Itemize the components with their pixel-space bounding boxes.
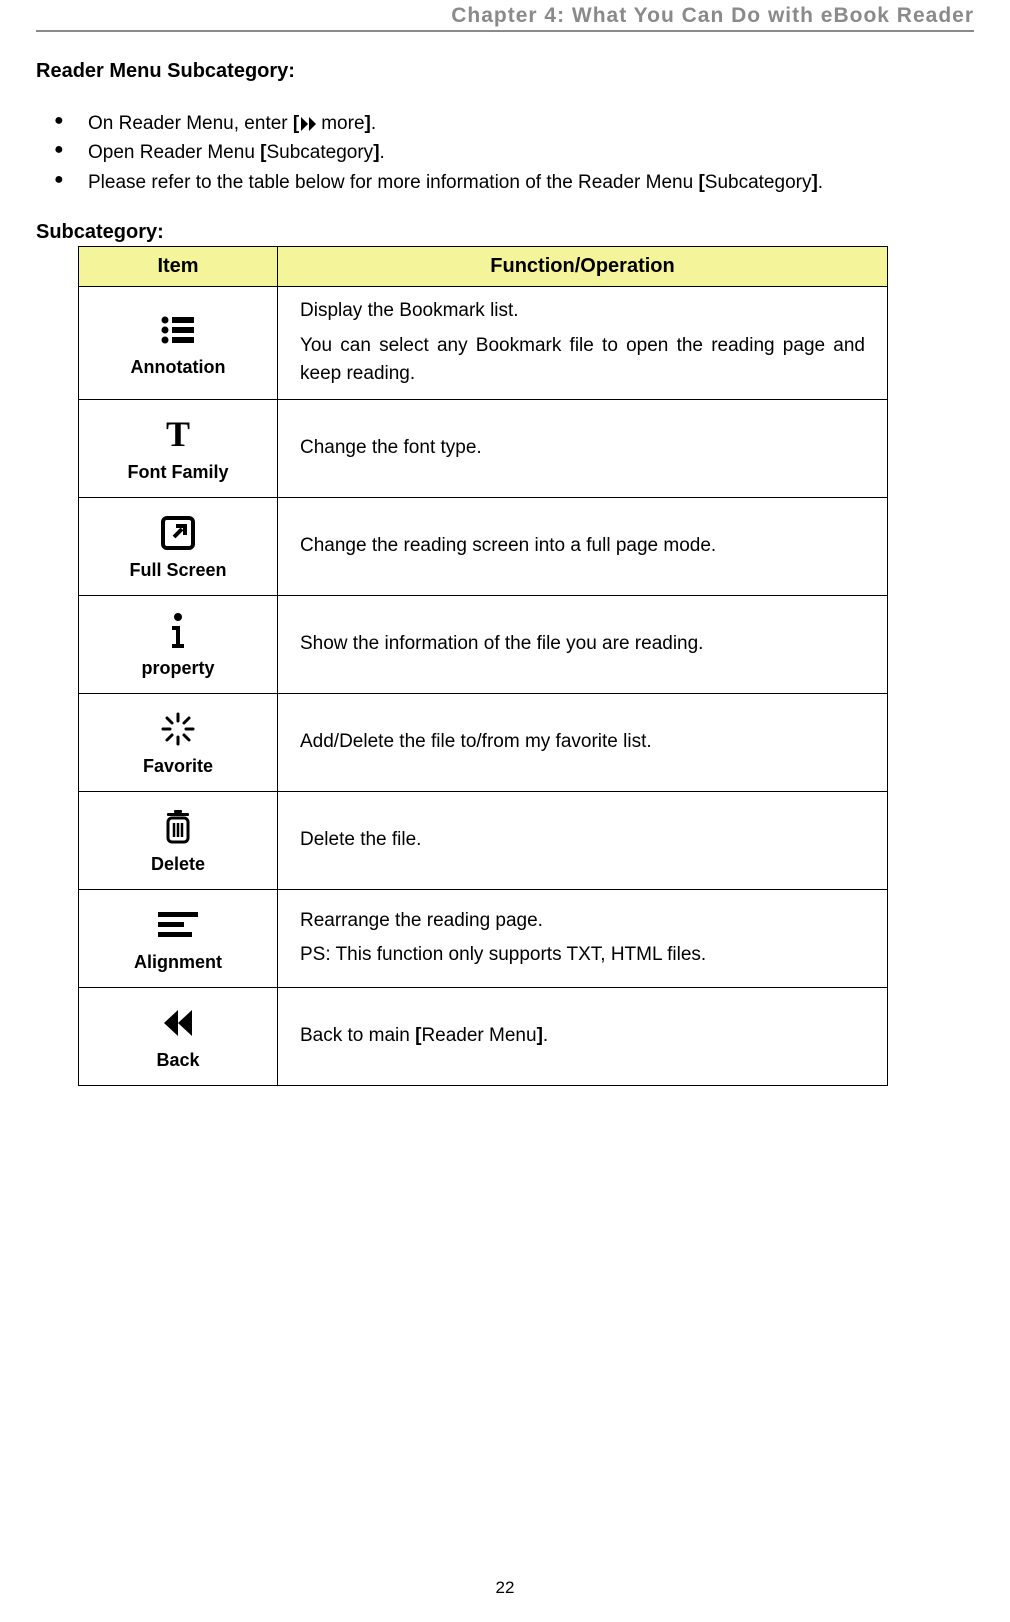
function-text: Rearrange the reading page. [300,907,865,936]
item-label: Back [156,1050,199,1071]
text: Please refer to the table below for more… [88,172,698,193]
list-item: Please refer to the table below for more… [36,168,974,197]
item-label: Full Screen [129,560,226,581]
text: Subcategory [705,172,812,193]
subcategory-table: Item Function/Operation Annotation [78,246,888,1086]
favorite-icon [161,708,195,750]
full-screen-icon [160,512,196,554]
text: On Reader Menu, enter [88,113,293,134]
table-row: Back Back to main [Reader Menu]. [79,987,888,1085]
table-row: T Font Family Change the font type. [79,399,888,497]
text: . [380,142,385,163]
table-row: Alignment Rearrange the reading page. PS… [79,889,888,987]
info-icon [168,610,188,652]
text: . [371,113,376,134]
col-header-item: Item [79,247,278,287]
more-label: more [321,113,364,134]
function-text: Back to main [300,1025,415,1046]
table-row: property Show the information of the fil… [79,595,888,693]
annotation-icon [160,309,196,351]
function-text: PS: This function only supports TXT, HTM… [300,941,865,970]
text: Subcategory [267,142,374,163]
function-text: You can select any Bookmark file to open… [300,332,865,389]
list-item: Open Reader Menu [Subcategory]. [36,138,974,167]
function-text: Add/Delete the file to/from my favorite … [278,693,888,791]
function-text: . [543,1025,548,1046]
list-item: On Reader Menu, enter [ more]. [36,109,974,138]
function-text: Delete the file. [278,791,888,889]
item-label: Delete [151,854,205,875]
function-text: Change the reading screen into a full pa… [278,497,888,595]
instruction-list: On Reader Menu, enter [ more]. Open Read… [36,109,974,197]
subcategory-label: Subcategory: [36,221,974,244]
item-label: Annotation [131,357,226,378]
table-row: Full Screen Change the reading screen in… [79,497,888,595]
item-label: Font Family [127,462,228,483]
item-label: property [141,658,214,679]
text: . [818,172,823,193]
svg-text:T: T [166,418,190,452]
function-text: Reader Menu [421,1025,536,1046]
table-row: Annotation Display the Bookmark list. Yo… [79,287,888,400]
more-icon [299,115,321,133]
table-row: Favorite Add/Delete the file to/from my … [79,693,888,791]
alignment-icon [158,904,198,946]
function-text: Change the font type. [278,399,888,497]
function-text: Show the information of the file you are… [278,595,888,693]
chapter-header: Chapter 4: What You Can Do with eBook Re… [36,0,974,32]
page-number: 22 [0,1578,1010,1598]
delete-icon [162,806,194,848]
item-label: Favorite [143,756,213,777]
table-row: Delete Delete the file. [79,791,888,889]
font-family-icon: T [162,414,194,456]
section-title: Reader Menu Subcategory: [36,60,974,83]
text: Open Reader Menu [88,142,260,163]
item-label: Alignment [134,952,222,973]
col-header-function: Function/Operation [278,247,888,287]
function-text: Display the Bookmark list. [300,297,865,326]
back-icon [160,1002,196,1044]
